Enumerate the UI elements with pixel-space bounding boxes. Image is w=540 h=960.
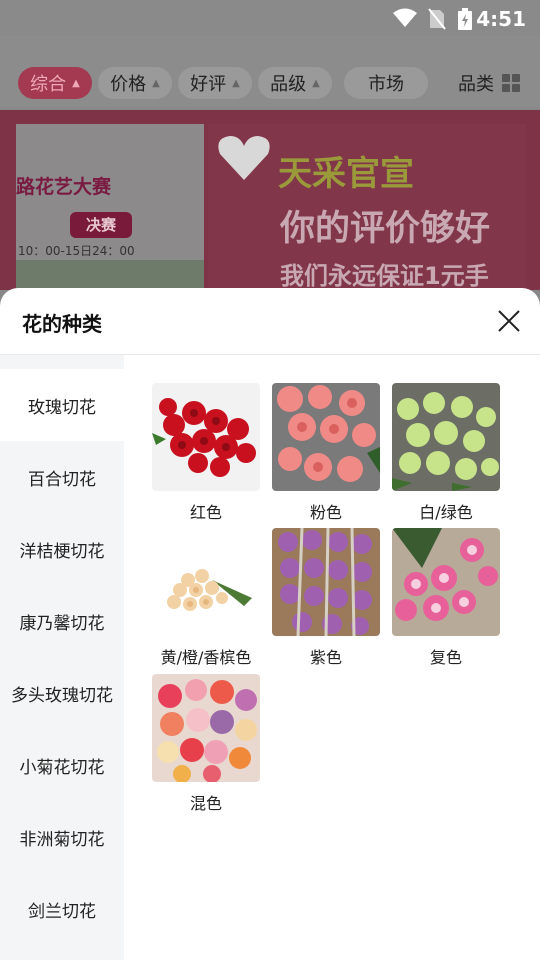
banner-slide-announcement[interactable]: 天采官宣 你的评价够好 我们永远保证1元手 xyxy=(208,124,526,290)
sort-arrow-icon: ▲ xyxy=(152,77,160,89)
category-sidebar: 玫瑰切花 百合切花 洋桔梗切花 康乃馨切花 多头玫瑰切花 小菊花切花 非洲菊切花… xyxy=(0,355,124,960)
flower-type-sheet: 花的种类 玫瑰切花 百合切花 洋桔梗切花 康乃馨切花 多头玫瑰切花 小菊花切花 … xyxy=(0,288,540,960)
sort-arrow-icon: ▲ xyxy=(232,77,240,89)
banner-time: 10：00-15日24：00 xyxy=(18,244,135,258)
sidebar-item-chrysanthemum[interactable]: 小菊花切花 xyxy=(0,729,124,801)
sidebar-item-spray-rose[interactable]: 多头玫瑰切花 xyxy=(0,657,124,729)
filter-tab-price[interactable]: 价格 ▲ xyxy=(98,67,172,99)
color-option-label: 复色 xyxy=(429,648,462,667)
close-icon[interactable] xyxy=(496,308,522,334)
sheet-title: 花的种类 xyxy=(22,312,102,336)
filter-tab-grade[interactable]: 品级 ▲ xyxy=(258,67,332,99)
heart-icon xyxy=(218,136,270,180)
status-bar: 4:51 xyxy=(0,0,540,36)
color-option-label: 白/绿色 xyxy=(419,503,473,522)
filter-tab-label: 市场 xyxy=(368,74,404,95)
banner-final-badge: 决赛 xyxy=(70,212,132,238)
banner-headline: 天采官宣 xyxy=(278,154,414,194)
color-option-label: 粉色 xyxy=(309,503,342,522)
sidebar-item-gladiolus[interactable]: 剑兰切花 xyxy=(0,873,124,945)
sidebar-item-lily[interactable]: 百合切花 xyxy=(0,441,124,513)
sidebar-item-rose[interactable]: 玫瑰切花 xyxy=(0,369,124,441)
banner-subheadline: 你的评价够好 xyxy=(280,209,491,249)
grid-icon xyxy=(502,74,520,92)
sort-arrow-icon: ▲ xyxy=(312,77,320,89)
sidebar-item-label: 小菊花切花 xyxy=(19,757,105,778)
filter-tab-rating[interactable]: 好评 ▲ xyxy=(178,67,252,99)
sidebar-item-label: 康乃馨切花 xyxy=(19,613,105,634)
battery-icon xyxy=(458,8,472,30)
sidebar-item-label: 洋桔梗切花 xyxy=(19,541,105,562)
filter-bar: 综合 ▲ 价格 ▲ 好评 ▲ 品级 ▲ 市场 品类 xyxy=(0,36,540,108)
white-green-roses-photo xyxy=(392,383,500,491)
category-button[interactable]: 品类 xyxy=(458,67,520,99)
sidebar-item-label: 玫瑰切花 xyxy=(28,397,96,418)
banner-contest-title: 路花艺大赛 xyxy=(16,176,112,198)
clock: 4:51 xyxy=(476,7,526,31)
sidebar-item-eustoma[interactable]: 洋桔梗切花 xyxy=(0,513,124,585)
no-sim-icon xyxy=(428,8,446,30)
sidebar-item-label: 非洲菊切花 xyxy=(19,829,105,850)
champagne-roses-photo xyxy=(152,528,260,636)
red-roses-photo xyxy=(152,383,260,491)
promo-banner[interactable]: 路花艺大赛 决赛 10：00-15日24：00 天采官宣 你的评价够好 我们永远… xyxy=(0,110,540,290)
filter-tab-comprehensive[interactable]: 综合 ▲ xyxy=(18,67,92,99)
category-label: 品类 xyxy=(458,74,494,95)
bicolor-roses-photo xyxy=(392,528,500,636)
color-option-label: 混色 xyxy=(189,794,222,813)
sheet-header: 花的种类 xyxy=(0,288,540,355)
sidebar-item-gerbera[interactable]: 非洲菊切花 xyxy=(0,801,124,873)
filter-tab-label: 品级 xyxy=(270,74,307,95)
color-option-label: 黄/橙/香槟色 xyxy=(160,648,252,667)
banner-tagline: 我们永远保证1元手 xyxy=(280,262,489,290)
color-option-label: 红色 xyxy=(189,503,222,522)
pink-roses-photo xyxy=(272,383,380,491)
sidebar-item-label: 百合切花 xyxy=(28,469,96,490)
filter-tab-label: 综合 xyxy=(30,74,67,95)
wifi-icon xyxy=(393,8,417,27)
sidebar-item-label: 剑兰切花 xyxy=(28,901,96,922)
banner-slide-contest[interactable]: 路花艺大赛 决赛 10：00-15日24：00 xyxy=(16,124,204,290)
color-option-label: 紫色 xyxy=(309,648,342,667)
sidebar-item-carnation[interactable]: 康乃馨切花 xyxy=(0,585,124,657)
banner-plants-image xyxy=(16,260,204,290)
sidebar-item-label: 多头玫瑰切花 xyxy=(11,685,113,706)
mixed-roses-photo xyxy=(152,674,260,782)
purple-roses-photo xyxy=(272,528,380,636)
filter-tab-label: 价格 xyxy=(110,74,147,95)
filter-tab-market[interactable]: 市场 xyxy=(344,67,428,99)
sort-arrow-icon: ▲ xyxy=(72,77,80,89)
filter-tab-label: 好评 xyxy=(190,74,227,95)
